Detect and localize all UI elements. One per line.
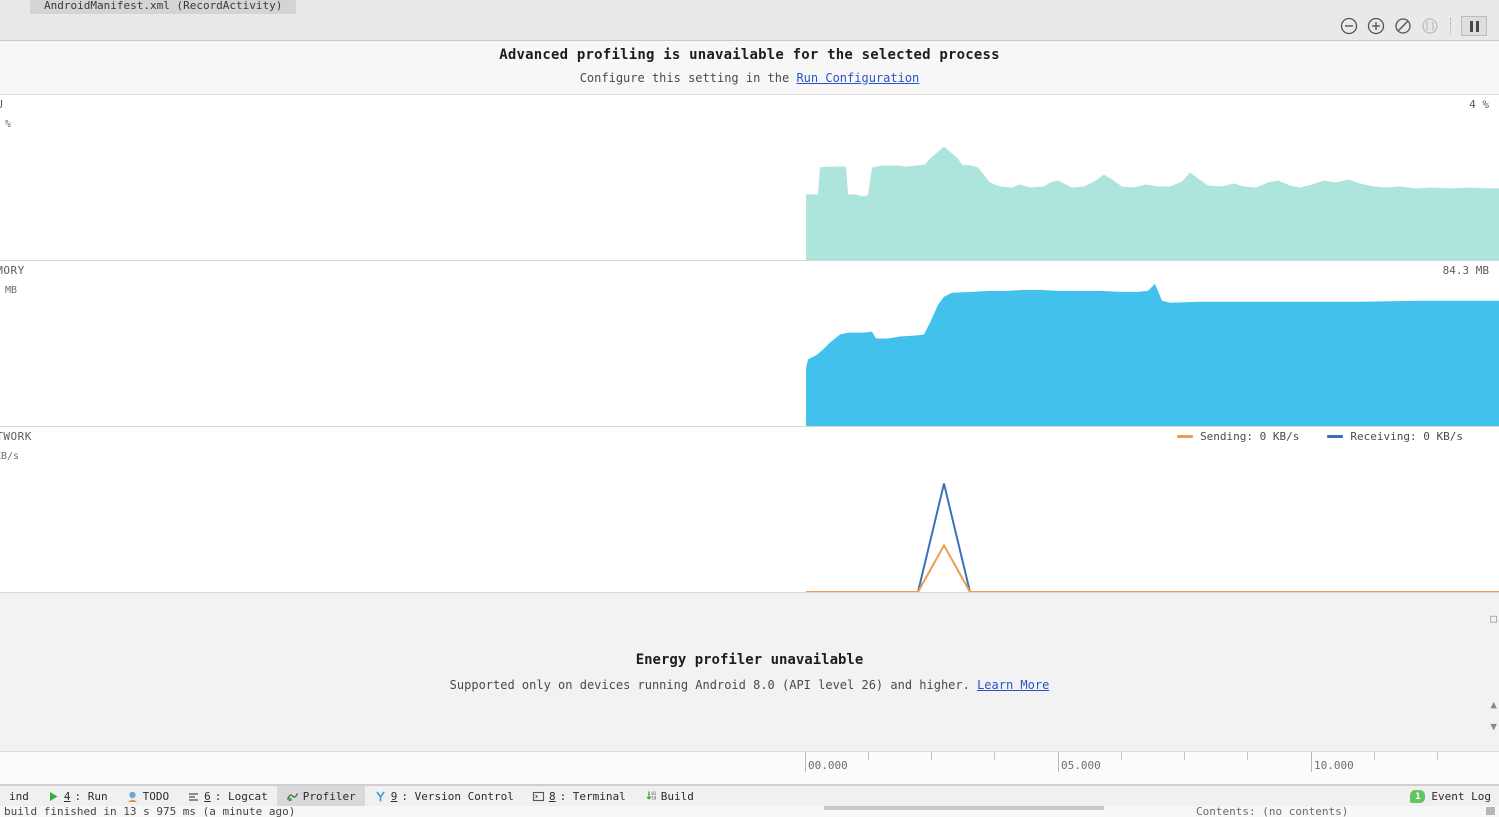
pause-bar-left xyxy=(1469,20,1473,32)
memory-value: 84.3 MB xyxy=(1442,264,1489,277)
profiler-toolbar-actions xyxy=(1339,16,1487,36)
legend-item-sending: Sending: 0 KB/s xyxy=(1177,430,1299,443)
reset-zoom-icon[interactable] xyxy=(1393,16,1413,36)
todo-icon xyxy=(126,790,139,803)
energy-subtitle-text: Supported only on devices running Androi… xyxy=(449,678,978,692)
memory-monitor-row[interactable]: MEMORY MB 84.3 MB xyxy=(0,261,1499,427)
editor-tab[interactable]: AndroidManifest.xml (RecordActivity) xyxy=(30,0,297,14)
vcs-icon xyxy=(374,790,387,803)
run-configuration-link[interactable]: Run Configuration xyxy=(796,71,919,85)
status-bar-item-shortcut: 9 xyxy=(390,790,398,803)
build-indicator-square xyxy=(1486,807,1495,815)
banner-subtitle-text: Configure this setting in the xyxy=(579,71,797,85)
status-bar-item-label: TODO xyxy=(142,790,170,803)
banner-title: Advanced profiling is unavailable for th… xyxy=(499,47,1000,63)
profiler-toolbar xyxy=(0,14,1499,41)
status-bar: ind 4: Run TODO 6: Logcat Profiler 9: Version… xyxy=(0,785,1499,807)
axis-tick-minor xyxy=(1121,752,1122,760)
status-bar-item-profiler[interactable]: Profiler xyxy=(276,786,365,807)
banner-subtitle: Configure this setting in the Run Config… xyxy=(0,71,1499,85)
status-bar-item-terminal[interactable]: 8: Terminal xyxy=(523,786,635,807)
axis-tick-label: 00.000 xyxy=(808,759,848,772)
event-log-label: Event Log xyxy=(1431,790,1491,803)
zoom-in-icon[interactable] xyxy=(1366,16,1386,36)
memory-unit-label: MB xyxy=(5,285,18,296)
advanced-profiling-banner: Advanced profiling is unavailable for th… xyxy=(0,41,1499,95)
event-log-button[interactable]: 1 Event Log xyxy=(1410,786,1491,807)
status-bar-tool-buttons: ind 4: Run TODO 6: Logcat Profiler 9: Version… xyxy=(0,786,703,807)
network-chart xyxy=(0,427,1499,592)
status-bar-item-build[interactable]: 01 10 Build xyxy=(635,786,703,807)
terminal-icon xyxy=(532,790,545,803)
legend-item-receiving: Receiving: 0 KB/s xyxy=(1327,430,1463,443)
zoom-out-icon[interactable] xyxy=(1339,16,1359,36)
pause-button[interactable] xyxy=(1461,16,1487,36)
logcat-icon xyxy=(187,790,200,803)
network-unit-label: KB/s xyxy=(0,451,20,462)
scroll-up-marker[interactable]: ▲ xyxy=(1490,699,1497,710)
axis-tick-minor xyxy=(1247,752,1248,760)
axis-tick-minor xyxy=(1437,752,1438,760)
network-label: NETWORK xyxy=(0,430,32,443)
cpu-chart xyxy=(0,95,1499,260)
build-progress-bar xyxy=(824,806,1104,810)
status-bar-item-label: : Terminal xyxy=(559,790,626,803)
scroll-down-marker[interactable]: ▼ xyxy=(1490,721,1497,732)
status-bar-item-shortcut: 8 xyxy=(548,790,556,803)
status-bar-item-label: Build xyxy=(660,790,694,803)
build-status-line: build finished in 13 s 975 ms (a minute … xyxy=(0,806,1499,817)
cpu-value: 4 % xyxy=(1469,98,1489,111)
sending-label: Sending: 0 KB/s xyxy=(1200,430,1300,443)
event-log-badge: 1 xyxy=(1410,790,1426,803)
status-bar-item-label: Profiler xyxy=(302,790,356,803)
axis-tick-label: 05.000 xyxy=(1061,759,1101,772)
energy-subtitle: Supported only on devices running Androi… xyxy=(0,678,1499,692)
build-status-text: build finished in 13 s 975 ms (a minute … xyxy=(4,806,296,817)
time-axis[interactable]: 00.000 05.000 10.000 xyxy=(0,752,1499,785)
axis-tick-minor xyxy=(868,752,869,760)
status-bar-item-run[interactable]: 4: Run xyxy=(38,786,117,807)
status-bar-item-shortcut: 6 xyxy=(204,790,211,803)
status-bar-item-version-control[interactable]: 9: Version Control xyxy=(365,786,523,807)
network-monitor-row[interactable]: NETWORK KB/s Sending: 0 KB/s Receiving: … xyxy=(0,427,1499,593)
energy-title: Energy profiler unavailable xyxy=(635,652,864,668)
status-bar-item-label: ind xyxy=(9,790,29,803)
status-bar-item-shortcut: 4 xyxy=(63,790,71,803)
energy-profiler-panel: Energy profiler unavailable Supported on… xyxy=(0,593,1499,752)
learn-more-link[interactable]: Learn More xyxy=(977,678,1049,692)
receiving-swatch xyxy=(1327,435,1344,438)
status-bar-item-label: : Run xyxy=(74,790,108,803)
cpu-monitor-row[interactable]: CPU % 4 % xyxy=(0,95,1499,261)
attach-live-icon[interactable] xyxy=(1420,16,1440,36)
status-bar-item-todo[interactable]: TODO xyxy=(117,786,179,807)
axis-tick-minor xyxy=(994,752,995,760)
axis-tick-minor xyxy=(1374,752,1375,760)
memory-label: MEMORY xyxy=(0,264,25,277)
axis-tick-label: 10.000 xyxy=(1314,759,1354,772)
build-contents-text: Contents: (no contents) xyxy=(1196,806,1349,817)
cpu-label: CPU xyxy=(0,98,3,111)
pause-bar-right xyxy=(1475,20,1479,32)
svg-text:10: 10 xyxy=(651,796,656,801)
cpu-unit-label: % xyxy=(5,119,12,130)
play-icon xyxy=(47,790,60,803)
profiler-icon xyxy=(286,790,299,803)
toolbar-separator xyxy=(1450,18,1451,34)
build-icon: 01 10 xyxy=(644,790,657,803)
status-bar-item-logcat[interactable]: 6: Logcat xyxy=(178,786,277,807)
network-legend: Sending: 0 KB/s Receiving: 0 KB/s xyxy=(1177,430,1463,443)
sending-swatch xyxy=(1177,435,1194,438)
receiving-label: Receiving: 0 KB/s xyxy=(1350,430,1463,443)
status-bar-item-label: : Logcat xyxy=(214,790,268,803)
status-bar-item-label: : Version Control xyxy=(401,790,514,803)
memory-chart xyxy=(0,261,1499,426)
editor-tab-strip: AndroidManifest.xml (RecordActivity) xyxy=(0,0,1499,14)
axis-tick-minor xyxy=(1184,752,1185,760)
panel-collapse-marker[interactable]: □ xyxy=(1490,613,1497,624)
axis-tick-minor xyxy=(931,752,932,760)
status-bar-item-find[interactable]: ind xyxy=(0,786,38,807)
